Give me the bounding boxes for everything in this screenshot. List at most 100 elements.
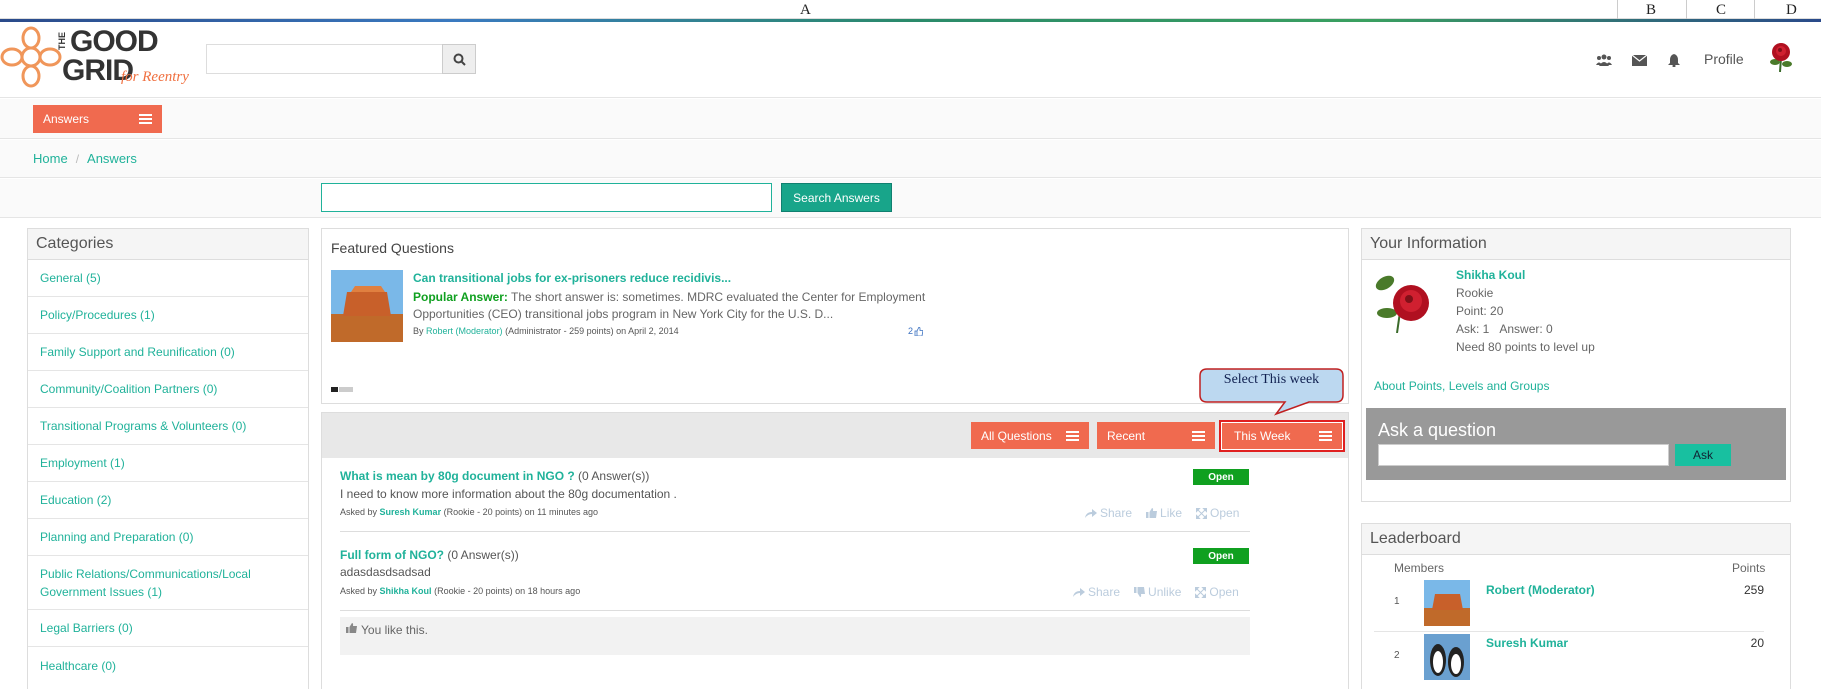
all-questions-label: All Questions [981, 428, 1052, 443]
notifications-icon[interactable] [1665, 52, 1683, 68]
featured-questions-panel: Featured Questions Can transitional jobs… [321, 228, 1349, 404]
status-badge: Open [1193, 469, 1249, 485]
question-title[interactable]: What is mean by 80g document in NGO ? [340, 469, 575, 483]
leaderboard-points-header: Points [1732, 561, 1766, 575]
asked-time: on 11 minutes ago [524, 507, 599, 517]
share-action[interactable]: Share [1085, 506, 1132, 520]
category-community[interactable]: Community/Coalition Partners (0) [28, 371, 308, 408]
column-label-c: C [1716, 2, 1727, 18]
pager-dot-active[interactable] [331, 387, 338, 392]
breadcrumb-answers[interactable]: Answers [87, 151, 137, 166]
category-family-support[interactable]: Family Support and Reunification (0) [28, 334, 308, 371]
byline-meta: (Administrator - 259 points) [505, 326, 614, 336]
categories-title: Categories [28, 229, 308, 260]
all-questions-button[interactable]: All Questions [971, 422, 1089, 449]
category-employment[interactable]: Employment (1) [28, 445, 308, 482]
recent-button[interactable]: Recent [1097, 422, 1215, 449]
question-byline: Asked by Suresh Kumar (Rookie - 20 point… [340, 507, 598, 517]
share-action[interactable]: Share [1073, 585, 1120, 599]
byline-author[interactable]: Robert (Moderator) [426, 326, 503, 336]
leaderboard-points: 259 [1743, 583, 1764, 597]
answers-menu-button[interactable]: Answers [33, 105, 162, 133]
header-search-button[interactable] [442, 44, 476, 74]
asked-by-label: Asked by [340, 507, 378, 517]
asker-meta: (Rookie - 20 points) [443, 507, 523, 517]
expand-icon [1196, 507, 1208, 519]
search-answers-button[interactable]: Search Answers [781, 183, 892, 212]
pager-dot[interactable] [339, 387, 353, 392]
leaderboard-rank: 2 [1394, 650, 1400, 661]
leaderboard-members-header: Members [1394, 561, 1445, 575]
category-policy[interactable]: Policy/Procedures (1) [28, 297, 308, 334]
category-education[interactable]: Education (2) [28, 482, 308, 519]
groups-icon[interactable] [1595, 52, 1613, 68]
breadcrumb-separator: / [75, 151, 80, 166]
leaderboard-row[interactable]: 2 Suresh Kumar 20 [1374, 632, 1764, 686]
featured-byline: By Robert (Moderator) (Administrator - 2… [413, 326, 679, 336]
top-navbar: THE GOOD GRID for Reentry Profile [0, 22, 1821, 98]
asker-name[interactable]: Shikha Koul [380, 586, 432, 596]
user-info: Shikha Koul Rookie Point: 20 Ask: 1 Answ… [1456, 266, 1595, 356]
user-points: Point: 20 [1456, 304, 1504, 318]
leaderboard-rank: 1 [1394, 596, 1400, 607]
breadcrumb-home[interactable]: Home [33, 151, 68, 166]
question-title[interactable]: Full form of NGO? [340, 548, 444, 562]
hamburger-icon [1192, 430, 1205, 441]
rose-avatar-icon[interactable] [1766, 42, 1796, 72]
header-search-input[interactable] [206, 44, 443, 74]
flower-logo-icon [0, 26, 62, 88]
leaderboard-name[interactable]: Suresh Kumar [1486, 636, 1568, 650]
featured-question-link[interactable]: Can transitional jobs for ex-prisoners r… [413, 271, 731, 285]
asker-meta: (Rookie - 20 points) [434, 586, 513, 596]
this-week-label: This Week [1234, 429, 1291, 443]
logo-tagline: for Reentry [121, 69, 189, 85]
open-action[interactable]: Open [1195, 585, 1239, 599]
this-week-button[interactable]: This Week [1219, 420, 1345, 452]
question-body: I need to know more information about th… [340, 487, 677, 501]
byline-by: By [413, 326, 424, 336]
asker-name[interactable]: Suresh Kumar [380, 507, 442, 517]
carousel-pager[interactable] [331, 387, 353, 392]
unlike-action[interactable]: Unlike [1134, 585, 1181, 599]
like-action[interactable]: Like [1146, 506, 1182, 520]
category-public-relations[interactable]: Public Relations/Communications/Local Go… [28, 556, 308, 610]
profile-link[interactable]: Profile [1704, 51, 1744, 67]
site-logo[interactable]: THE GOOD GRID for Reentry [0, 24, 200, 94]
your-information-panel: Your Information Shikha Koul Rookie Poin… [1361, 228, 1791, 502]
featured-like-count[interactable]: 2 [908, 326, 924, 336]
user-name[interactable]: Shikha Koul [1456, 266, 1595, 284]
breadcrumb: Home / Answers [0, 140, 1821, 178]
question-actions: Share Like Open [1085, 506, 1239, 520]
category-healthcare[interactable]: Healthcare (0) [28, 647, 308, 684]
about-points-link[interactable]: About Points, Levels and Groups [1374, 379, 1549, 393]
logo-the: THE [57, 32, 67, 50]
column-separator [1617, 0, 1618, 19]
user-asks: Ask: 1 [1456, 322, 1490, 336]
category-transitional[interactable]: Transitional Programs & Volunteers (0) [28, 408, 308, 445]
logo-good: GOOD [70, 25, 159, 58]
status-badge: Open [1193, 548, 1249, 564]
leaderboard-row[interactable]: 1 Robert (Moderator) 259 [1374, 578, 1764, 632]
asked-by-label: Asked by [340, 586, 378, 596]
thumbs-up-icon [1146, 508, 1158, 518]
column-label-d: D [1786, 2, 1797, 18]
thumbs-up-icon [914, 326, 924, 336]
ask-question-input[interactable] [1378, 444, 1669, 466]
categories-panel: Categories General (5) Policy/Procedures… [27, 228, 309, 689]
category-general[interactable]: General (5) [28, 260, 308, 297]
category-legal-barriers[interactable]: Legal Barriers (0) [28, 610, 308, 647]
featured-thumbnail [331, 270, 403, 342]
leaderboard-name[interactable]: Robert (Moderator) [1486, 583, 1595, 597]
answer-search-input[interactable] [321, 183, 772, 212]
you-like-this: You like this. [340, 617, 1250, 655]
instruction-callout: Select This week [1199, 368, 1344, 416]
expand-icon [1195, 586, 1207, 598]
ask-button[interactable]: Ask [1675, 444, 1731, 466]
user-avatar [1375, 275, 1429, 333]
open-action[interactable]: Open [1196, 506, 1239, 520]
messages-icon[interactable] [1630, 52, 1648, 68]
answer-search-row: Search Answers [0, 179, 1821, 218]
category-planning[interactable]: Planning and Preparation (0) [28, 519, 308, 556]
questions-panel: All Questions Recent This Week What is m… [321, 412, 1349, 689]
question-body: adasdasdsadsad [340, 565, 431, 579]
